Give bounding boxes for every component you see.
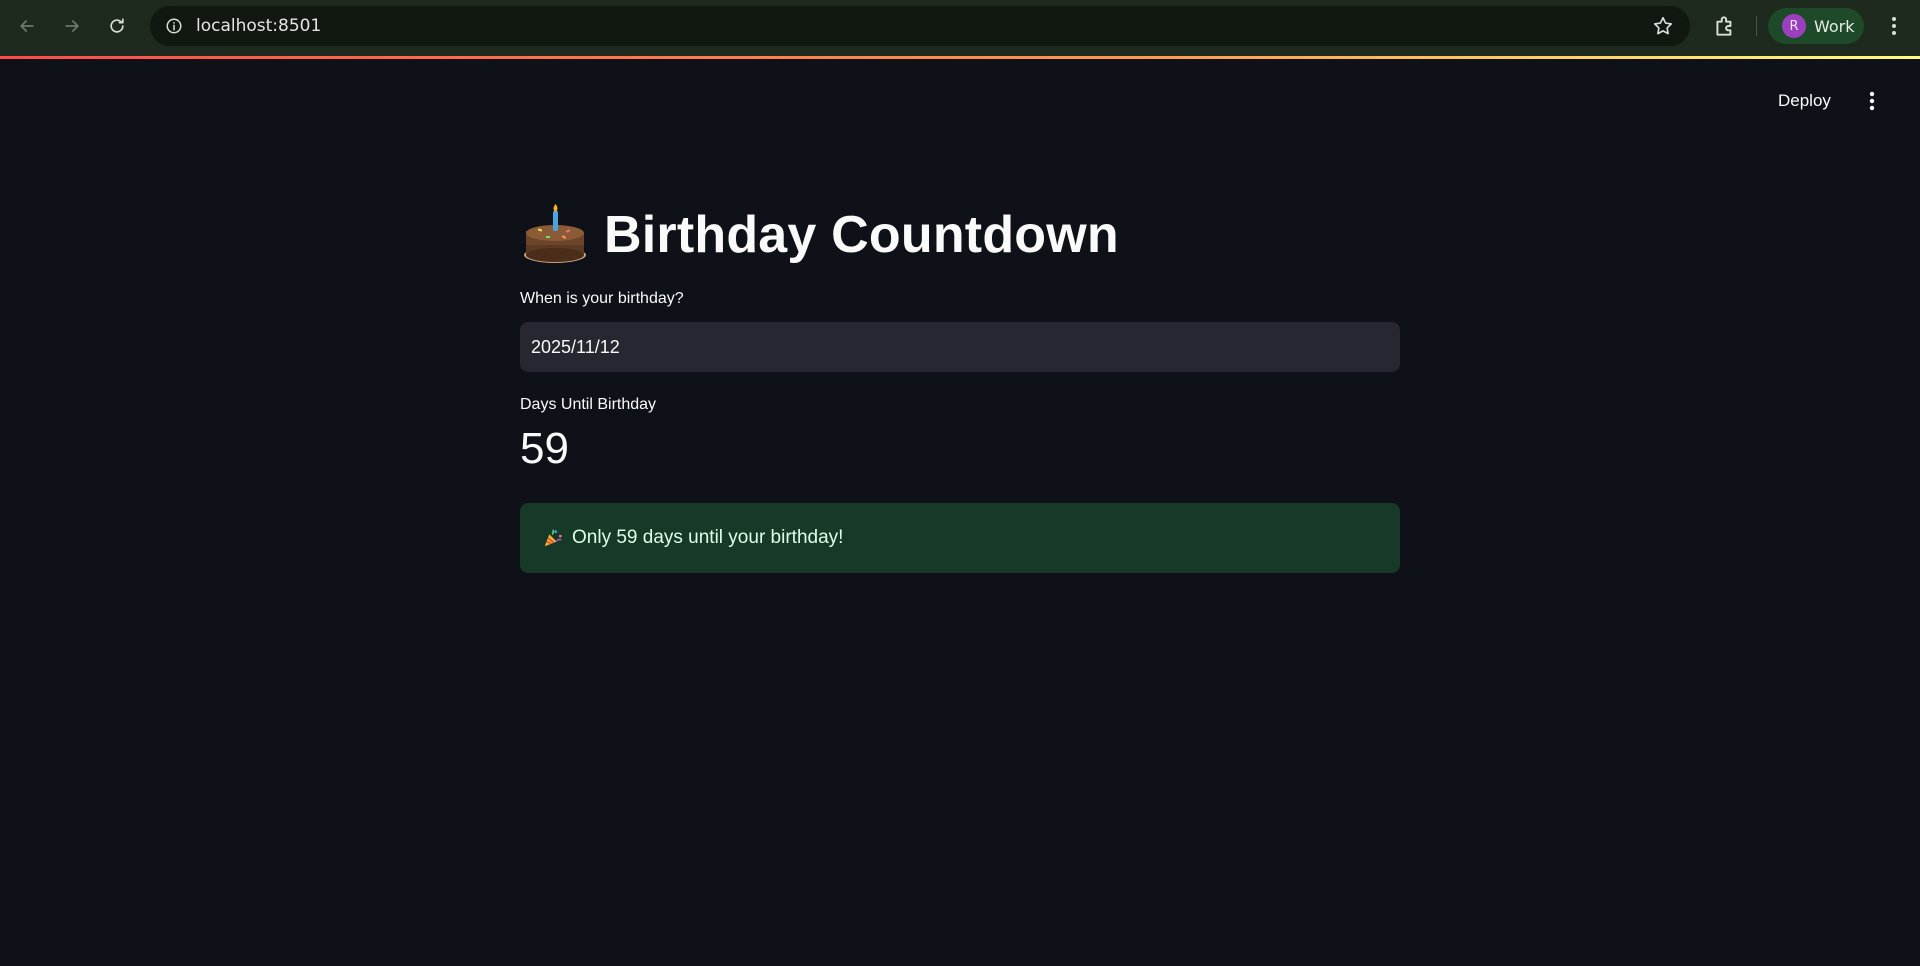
page-header: Birthday Countdown: [520, 200, 1119, 270]
kebab-menu-icon[interactable]: [1882, 14, 1906, 38]
toolbar-divider: [1756, 16, 1757, 36]
info-icon: [166, 18, 182, 34]
reload-button[interactable]: [101, 10, 133, 42]
site-info-button[interactable]: [162, 14, 186, 38]
page-title: Birthday Countdown: [604, 206, 1119, 264]
deploy-button[interactable]: Deploy: [1770, 86, 1839, 116]
app-decoration-bar: [0, 56, 1920, 59]
back-button[interactable]: [11, 10, 43, 42]
birthday-cake-icon: [524, 204, 586, 263]
birthday-date-input[interactable]: [520, 322, 1400, 372]
party-popper-icon: [544, 529, 562, 547]
arrow-left-icon: [20, 20, 34, 32]
date-input-label: When is your birthday?: [520, 290, 684, 307]
reload-icon: [110, 18, 124, 33]
metric-label: Days Until Birthday: [520, 396, 657, 413]
address-bar[interactable]: localhost:8501: [150, 6, 1690, 46]
profile-button[interactable]: R Work: [1768, 8, 1864, 44]
success-message: Only 59 days until your birthday!: [572, 527, 844, 548]
url-text[interactable]: localhost:8501: [196, 6, 321, 46]
puzzle-icon[interactable]: [1712, 13, 1738, 39]
profile-name: Work: [1814, 16, 1855, 36]
success-alert: Only 59 days until your birthday!: [520, 503, 1400, 573]
main-menu-icon[interactable]: [1860, 89, 1884, 113]
arrow-right-icon: [65, 20, 79, 32]
star-icon[interactable]: [1652, 15, 1674, 37]
browser-toolbar: localhost:8501 R Work: [0, 0, 1920, 56]
metric-value: 59: [520, 424, 569, 473]
avatar: R: [1782, 14, 1806, 38]
forward-button[interactable]: [56, 10, 88, 42]
